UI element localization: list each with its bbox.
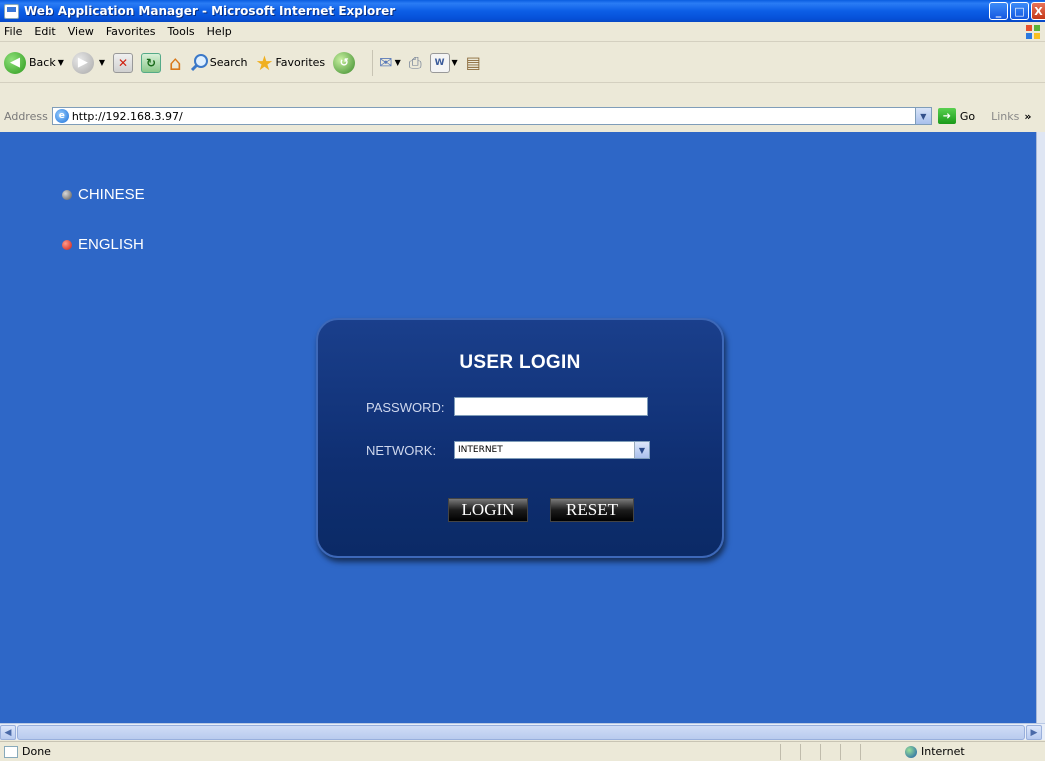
password-label: PASSWORD: — [366, 400, 445, 415]
horizontal-scrollbar[interactable]: ◀ ▶ — [0, 723, 1045, 740]
menu-help[interactable]: Help — [207, 25, 232, 38]
mail-icon: ✉ — [379, 53, 393, 72]
history-button[interactable]: ↺ — [333, 51, 358, 74]
search-icon — [190, 53, 208, 71]
favorites-label: Favorites — [275, 56, 326, 69]
network-selected-value: INTERNET — [458, 445, 503, 455]
status-bar: Done Internet — [0, 741, 1045, 761]
word-edit-icon: W — [429, 52, 450, 73]
ie-window: Web Application Manager - Microsoft Inte… — [0, 0, 1045, 761]
status-pane — [820, 744, 840, 760]
scroll-thumb[interactable] — [17, 725, 1025, 740]
status-pane — [840, 744, 860, 760]
mail-dropdown-icon[interactable]: ▼ — [395, 58, 401, 67]
chevron-more-icon[interactable]: » — [1024, 110, 1031, 123]
print-button[interactable]: ⎙ — [409, 53, 422, 73]
vertical-scrollbar[interactable] — [1036, 132, 1045, 723]
reset-button[interactable]: RESET — [550, 498, 634, 522]
language-english[interactable]: ENGLISH — [62, 236, 144, 253]
mail-button[interactable]: ✉ ▼ — [379, 53, 401, 72]
status-panes — [780, 744, 880, 760]
status-text: Done — [22, 745, 51, 758]
links-label: Links — [991, 109, 1020, 123]
network-label: NETWORK: — [366, 443, 437, 458]
window-title: Web Application Manager - Microsoft Inte… — [24, 4, 396, 18]
stop-icon: ✕ — [113, 52, 134, 73]
refresh-button[interactable]: ↻ — [141, 52, 162, 73]
zone-label: Internet — [921, 745, 965, 758]
favorites-button[interactable]: ★ Favorites — [256, 51, 326, 75]
history-icon: ↺ — [333, 51, 356, 74]
bullet-gray-icon — [62, 189, 72, 200]
maximize-button[interactable]: □ — [1010, 2, 1029, 20]
password-field[interactable] — [454, 397, 648, 416]
toolbar-separator — [372, 49, 374, 76]
menu-file[interactable]: File — [4, 25, 22, 38]
window-controls: _ □ X — [989, 2, 1045, 20]
back-button[interactable]: ◀ Back ▼ — [4, 51, 64, 74]
ie-page-icon: e — [54, 109, 69, 123]
print-icon: ⎙ — [408, 52, 422, 72]
network-select[interactable]: INTERNET ▼ — [454, 441, 650, 459]
internet-globe-icon — [905, 745, 917, 758]
home-icon: ⌂ — [169, 50, 182, 75]
chevron-down-icon[interactable]: ▼ — [634, 442, 649, 458]
go-arrow-icon: ➜ — [937, 108, 956, 124]
menu-favorites[interactable]: Favorites — [106, 25, 156, 38]
edit-button[interactable]: W ▼ — [429, 52, 458, 73]
refresh-icon: ↻ — [141, 52, 162, 73]
title-bar[interactable]: Web Application Manager - Microsoft Inte… — [0, 0, 1045, 22]
back-label: Back — [29, 56, 56, 69]
standard-toolbar: ◀ Back ▼ ▶ ▼ ✕ ↻ ⌂ Search ★ Favorites ↺ … — [0, 43, 1045, 83]
login-title: USER LOGIN — [459, 352, 581, 373]
address-bar: Address e http://192.168.3.97/ ▼ ➜ Go Li… — [0, 104, 1045, 128]
ie-window-icon — [4, 3, 19, 19]
scroll-left-icon[interactable]: ◀ — [0, 725, 16, 740]
links-toolbar[interactable]: Links » — [991, 110, 1031, 123]
language-chinese-label[interactable]: CHINESE — [78, 186, 145, 203]
stop-button[interactable]: ✕ — [113, 52, 134, 73]
language-english-label[interactable]: ENGLISH — [78, 236, 144, 253]
menu-tools[interactable]: Tools — [168, 25, 195, 38]
status-pane — [860, 744, 880, 760]
status-pane — [780, 744, 800, 760]
login-panel: USER LOGIN PASSWORD: NETWORK: INTERNET ▼… — [316, 318, 724, 558]
minimize-button[interactable]: _ — [989, 2, 1008, 20]
language-chinese[interactable]: CHINESE — [62, 186, 145, 203]
scroll-right-icon[interactable]: ▶ — [1026, 725, 1042, 740]
page-status-icon — [4, 745, 18, 758]
address-input[interactable]: e http://192.168.3.97/ ▼ — [51, 107, 932, 125]
address-dropdown-icon[interactable]: ▼ — [914, 108, 931, 124]
address-url[interactable]: http://192.168.3.97/ — [72, 110, 183, 123]
back-dropdown-icon[interactable]: ▼ — [58, 58, 64, 67]
security-zone[interactable]: Internet — [905, 745, 965, 758]
menu-bar: File Edit View Favorites Tools Help — [0, 22, 1045, 42]
forward-arrow-icon: ▶ — [71, 51, 94, 74]
go-button[interactable]: ➜ Go — [937, 108, 976, 124]
edit-dropdown-icon[interactable]: ▼ — [452, 58, 458, 67]
status-pane — [800, 744, 820, 760]
search-label: Search — [209, 56, 248, 69]
login-button[interactable]: LOGIN — [448, 498, 528, 522]
research-icon: ▤ — [465, 53, 481, 72]
address-label: Address — [4, 109, 48, 123]
bullet-red-icon — [62, 239, 72, 250]
messenger-button[interactable]: ▤ — [466, 53, 481, 72]
search-button[interactable]: Search — [190, 53, 248, 73]
close-button[interactable]: X — [1031, 2, 1045, 20]
menu-edit[interactable]: Edit — [34, 25, 55, 38]
favorites-star-icon: ★ — [255, 50, 274, 75]
forward-dropdown-icon[interactable]: ▼ — [99, 58, 105, 67]
home-button[interactable]: ⌂ — [169, 51, 182, 75]
page-content: CHINESE ENGLISH USER LOGIN PASSWORD: NET… — [0, 132, 1036, 723]
windows-logo-icon — [1026, 25, 1040, 39]
forward-button[interactable]: ▶ ▼ — [71, 51, 105, 74]
menu-view[interactable]: View — [68, 25, 94, 38]
go-label: Go — [959, 109, 976, 123]
back-arrow-icon: ◀ — [4, 51, 26, 74]
